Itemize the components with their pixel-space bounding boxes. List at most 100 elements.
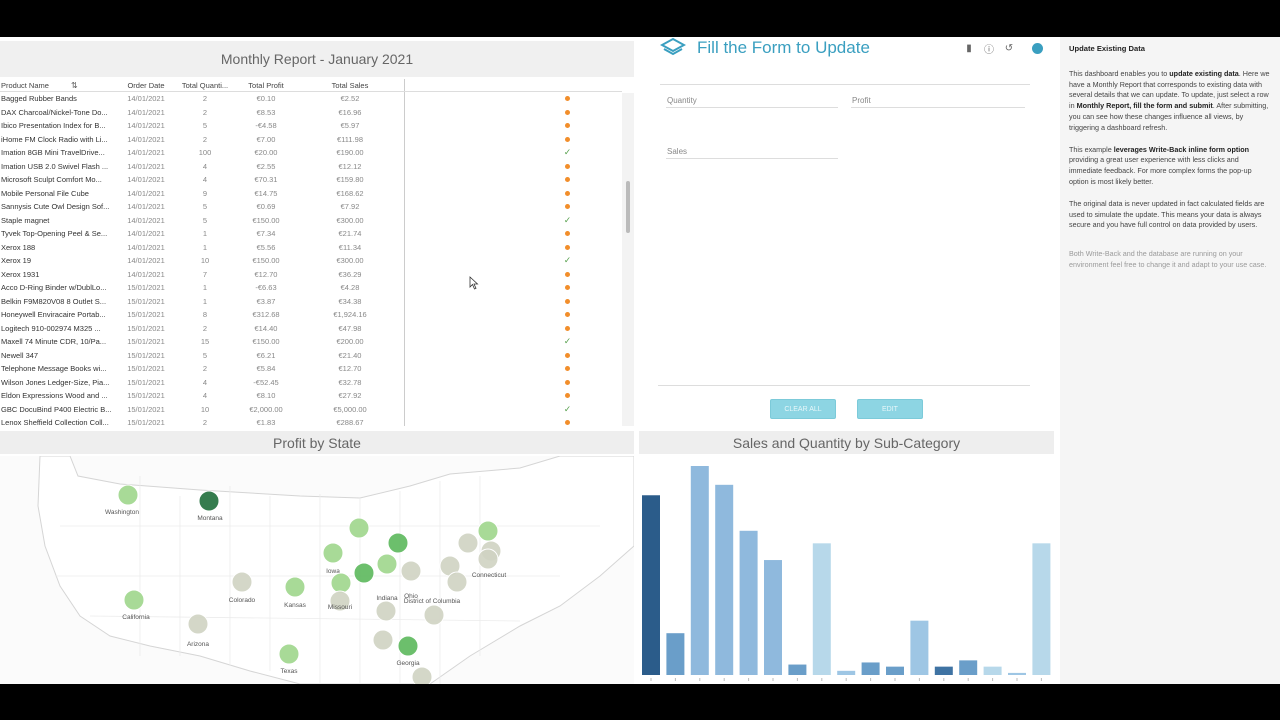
table-row[interactable]: Imation USB 2.0 Swivel Flash ... 14/01/20… bbox=[0, 159, 622, 173]
bar[interactable] bbox=[934, 666, 953, 675]
profit-cell: €150.00 bbox=[252, 215, 280, 225]
state-label: Arizona bbox=[187, 641, 209, 648]
profit-cell: €7.00 bbox=[256, 134, 276, 144]
letterbox-top bbox=[0, 0, 1280, 37]
bar[interactable] bbox=[642, 495, 660, 675]
state-label: California bbox=[122, 614, 150, 621]
profit-cell: €1.83 bbox=[256, 418, 276, 426]
table-row[interactable]: Xerox 19 14/01/2021 10 €150.00 €300.00 ✓ bbox=[0, 254, 622, 268]
bar[interactable] bbox=[764, 560, 782, 675]
table-row[interactable]: Sannysis Cute Owl Design Sof... 14/01/202… bbox=[0, 200, 622, 214]
table-row[interactable]: Telephone Message Books wi... 15/01/2021 2… bbox=[0, 362, 622, 376]
sales-cell: €168.62 bbox=[336, 188, 364, 198]
table-row[interactable]: Maxell 74 Minute CDR, 10/Pa... 15/01/2021… bbox=[0, 335, 622, 349]
edit-button[interactable]: EDIT bbox=[857, 399, 923, 419]
order-date-cell: 14/01/2021 bbox=[127, 161, 165, 171]
sales-cell: €111.98 bbox=[337, 134, 363, 144]
profit-cell: €2.55 bbox=[256, 161, 276, 171]
product-name-cell: iHome FM Clock Radio with Li... bbox=[1, 134, 108, 144]
sales-cell: €200.00 bbox=[336, 337, 364, 347]
status-cell bbox=[405, 310, 622, 319]
table-row[interactable]: GBC DocuBind P400 Electric B... 15/01/202… bbox=[0, 402, 622, 416]
state-bubble bbox=[198, 490, 220, 512]
map-svg[interactable]: WashingtonMontanaIowaIndiana OhioConnecti… bbox=[0, 456, 634, 684]
profit-cell: €312.68 bbox=[252, 310, 280, 320]
col-order-date[interactable]: Order Date bbox=[118, 81, 174, 90]
profit-cell: €150.00 bbox=[252, 256, 280, 266]
table-row[interactable]: Imation 8GB Mini TravelDrive... 14/01/202… bbox=[0, 146, 622, 160]
table-row[interactable]: Xerox 188 14/01/2021 1 €5.56 €11.34 bbox=[0, 240, 622, 254]
clear-all-button[interactable]: CLEAR ALL bbox=[770, 399, 836, 419]
table-row[interactable]: Lenox Sheffield Collection Coll... 15/01/… bbox=[0, 416, 622, 426]
bar[interactable] bbox=[1032, 543, 1051, 675]
order-date-cell: 15/01/2021 bbox=[127, 296, 165, 306]
table-row[interactable]: Xerox 1931 14/01/2021 7 €12.70 €36.29 bbox=[0, 267, 622, 281]
col-total-profit[interactable]: Total Profit bbox=[236, 81, 296, 90]
sales-quantity-bar-chart[interactable] bbox=[639, 456, 1054, 684]
state-bubble bbox=[123, 589, 145, 611]
sales-field[interactable] bbox=[666, 158, 838, 159]
profit-field[interactable] bbox=[851, 107, 1025, 108]
table-row[interactable]: Ibico Presentation Index for B... 14/01/2… bbox=[0, 119, 622, 133]
pending-dot-icon bbox=[565, 123, 570, 129]
table-row[interactable]: Logitech 910-002974 M325 ... 15/01/2021 2 €… bbox=[0, 321, 622, 335]
table-row[interactable]: Wilson Jones Ledger-Size, Pia... 15/01/20… bbox=[0, 375, 622, 389]
table-row[interactable]: Eldon Expressions Wood and ... 15/01/2021… bbox=[0, 389, 622, 403]
table-row[interactable]: Bagged Rubber Bands 14/01/2021 2 €0.10 €2.52 bbox=[0, 92, 622, 106]
settings-dot-icon[interactable] bbox=[1032, 42, 1043, 54]
bar[interactable] bbox=[1008, 672, 1026, 675]
table-body: Bagged Rubber Bands 14/01/2021 2 €0.10 €2.52… bbox=[0, 92, 622, 426]
info-paragraph-1: This dashboard enables you to update exi… bbox=[1069, 68, 1270, 132]
bar[interactable] bbox=[837, 670, 856, 675]
bar[interactable] bbox=[983, 666, 1002, 675]
pending-dot-icon bbox=[565, 352, 570, 358]
table-row[interactable]: DAX Charcoal/Nickel-Tone Do... 14/01/2021… bbox=[0, 105, 622, 119]
sort-icon[interactable]: ⇅ bbox=[71, 81, 78, 90]
table-row[interactable]: Acco D-Ring Binder w/DublLo... 15/01/2021… bbox=[0, 281, 622, 295]
profit-by-state-map[interactable]: Washington Montana Iowa Indiana Ohio Connecti… bbox=[0, 456, 634, 684]
bar[interactable] bbox=[959, 660, 978, 675]
status-cell: ✓ bbox=[405, 404, 622, 415]
product-name-cell: Imation 8GB Mini TravelDrive... bbox=[1, 148, 105, 158]
table-row[interactable]: Staple magnet 14/01/2021 5 €150.00 €300.00 ✓ bbox=[0, 213, 622, 227]
table-row[interactable]: Microsoft Sculpt Comfort Mo... 14/01/2021… bbox=[0, 173, 622, 187]
quantity-cell: 15 bbox=[200, 337, 210, 347]
col-total-sales[interactable]: Total Sales bbox=[296, 81, 404, 90]
info-icon[interactable]: ⓘ bbox=[982, 41, 996, 56]
state-bubble bbox=[372, 629, 394, 651]
quantity-cell: 10 bbox=[200, 404, 210, 414]
state-bubble bbox=[348, 517, 370, 539]
bar[interactable] bbox=[739, 530, 758, 675]
history-icon[interactable]: ↺ bbox=[1002, 41, 1016, 55]
col-total-quantity[interactable]: Total Quanti... bbox=[174, 81, 236, 90]
profit-cell: €2,000.00 bbox=[249, 404, 283, 414]
col-product-name[interactable]: Product Name ⇅ bbox=[0, 81, 118, 90]
order-date-cell: 15/01/2021 bbox=[127, 418, 165, 426]
table-row[interactable]: Mobile Personal File Cube 14/01/2021 9 €14.… bbox=[0, 186, 622, 200]
product-name-cell: Xerox 1931 bbox=[1, 269, 40, 279]
bar[interactable] bbox=[886, 666, 904, 675]
table-row[interactable]: iHome FM Clock Radio with Li... 14/01/202… bbox=[0, 132, 622, 146]
table-scrollbar[interactable] bbox=[622, 93, 634, 426]
bar-chart-svg[interactable] bbox=[639, 456, 1054, 684]
status-cell bbox=[405, 121, 622, 130]
profit-cell: €5.84 bbox=[256, 364, 276, 374]
scrollbar-thumb[interactable] bbox=[626, 181, 630, 233]
profit-cell: -€4.58 bbox=[255, 121, 277, 131]
bar[interactable] bbox=[910, 620, 929, 675]
product-name-cell: Microsoft Sculpt Comfort Mo... bbox=[1, 175, 102, 185]
table-row[interactable]: Newell 347 15/01/2021 5 €6.21 €21.40 bbox=[0, 348, 622, 362]
status-cell bbox=[405, 229, 622, 238]
bar[interactable] bbox=[666, 633, 685, 675]
database-icon[interactable]: ▮ bbox=[962, 41, 976, 55]
table-row[interactable]: Tyvek Top-Opening Peel & Se... 14/01/2021… bbox=[0, 227, 622, 241]
bar[interactable] bbox=[788, 664, 807, 675]
pending-dot-icon bbox=[565, 163, 570, 169]
bar[interactable] bbox=[690, 466, 709, 675]
table-row[interactable]: Honeywell Enviracaire Portab... 15/01/202… bbox=[0, 308, 622, 322]
quantity-field[interactable] bbox=[666, 107, 838, 108]
bar[interactable] bbox=[812, 543, 831, 675]
bar[interactable] bbox=[715, 484, 734, 675]
table-row[interactable]: Belkin F9M820V08 8 Outlet S... 15/01/2021… bbox=[0, 294, 622, 308]
bar[interactable] bbox=[861, 662, 880, 675]
